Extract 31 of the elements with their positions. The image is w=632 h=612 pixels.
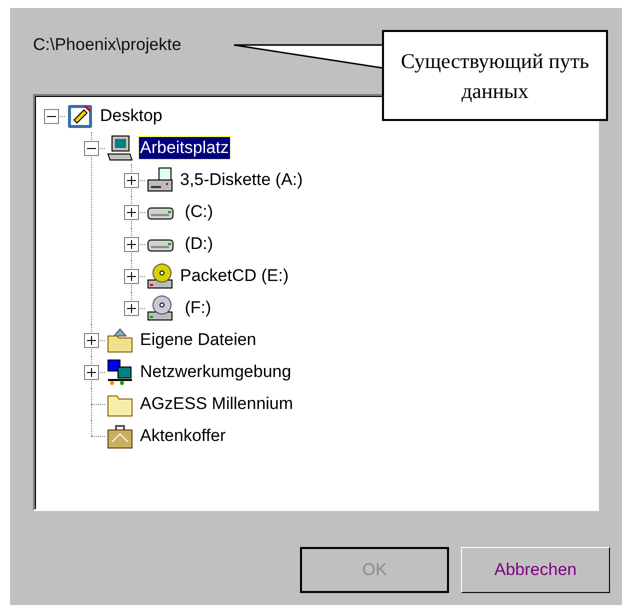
floppy-drive-icon [146, 166, 174, 194]
expand-toggle[interactable] [124, 236, 138, 252]
expand-toggle[interactable] [84, 332, 98, 348]
tree-item[interactable]: (C:) [179, 201, 214, 223]
tree-item[interactable]: Arbeitsplatz [139, 137, 230, 159]
expand-toggle[interactable] [84, 364, 98, 380]
folder-icon [106, 326, 134, 354]
dialog-button[interactable]: Abbrechen [461, 547, 610, 593]
path-label: C:\Phoenix\projekte [33, 34, 182, 56]
tree-item[interactable]: Eigene Dateien [139, 329, 258, 351]
tree-item[interactable]: AGzESS Millennium [139, 393, 294, 415]
desktop-icon [66, 102, 94, 130]
tree-item[interactable]: (D:) [179, 233, 214, 255]
cd-drive-icon [146, 262, 174, 290]
tree-item[interactable]: PacketCD (E:) [179, 265, 290, 287]
tree-item[interactable]: Netzwerkumgebung [139, 361, 292, 383]
tree-item[interactable]: (F:) [179, 297, 212, 319]
network-icon [106, 358, 134, 386]
computer-icon [106, 134, 134, 162]
expand-toggle[interactable] [124, 300, 138, 316]
expand-toggle[interactable] [124, 204, 138, 220]
tree-item[interactable]: Desktop [99, 105, 164, 127]
cd-drive-icon [146, 294, 174, 322]
collapse-toggle[interactable] [44, 108, 58, 124]
callout-note: Существующий путь данных [382, 30, 608, 121]
collapse-toggle[interactable] [84, 140, 98, 156]
expand-toggle[interactable] [124, 172, 138, 188]
tree-item[interactable]: 3,5-Diskette (A:) [179, 169, 304, 191]
expand-toggle[interactable] [124, 268, 138, 284]
briefcase-icon [106, 422, 134, 450]
tree-item[interactable]: Aktenkoffer [139, 425, 227, 447]
